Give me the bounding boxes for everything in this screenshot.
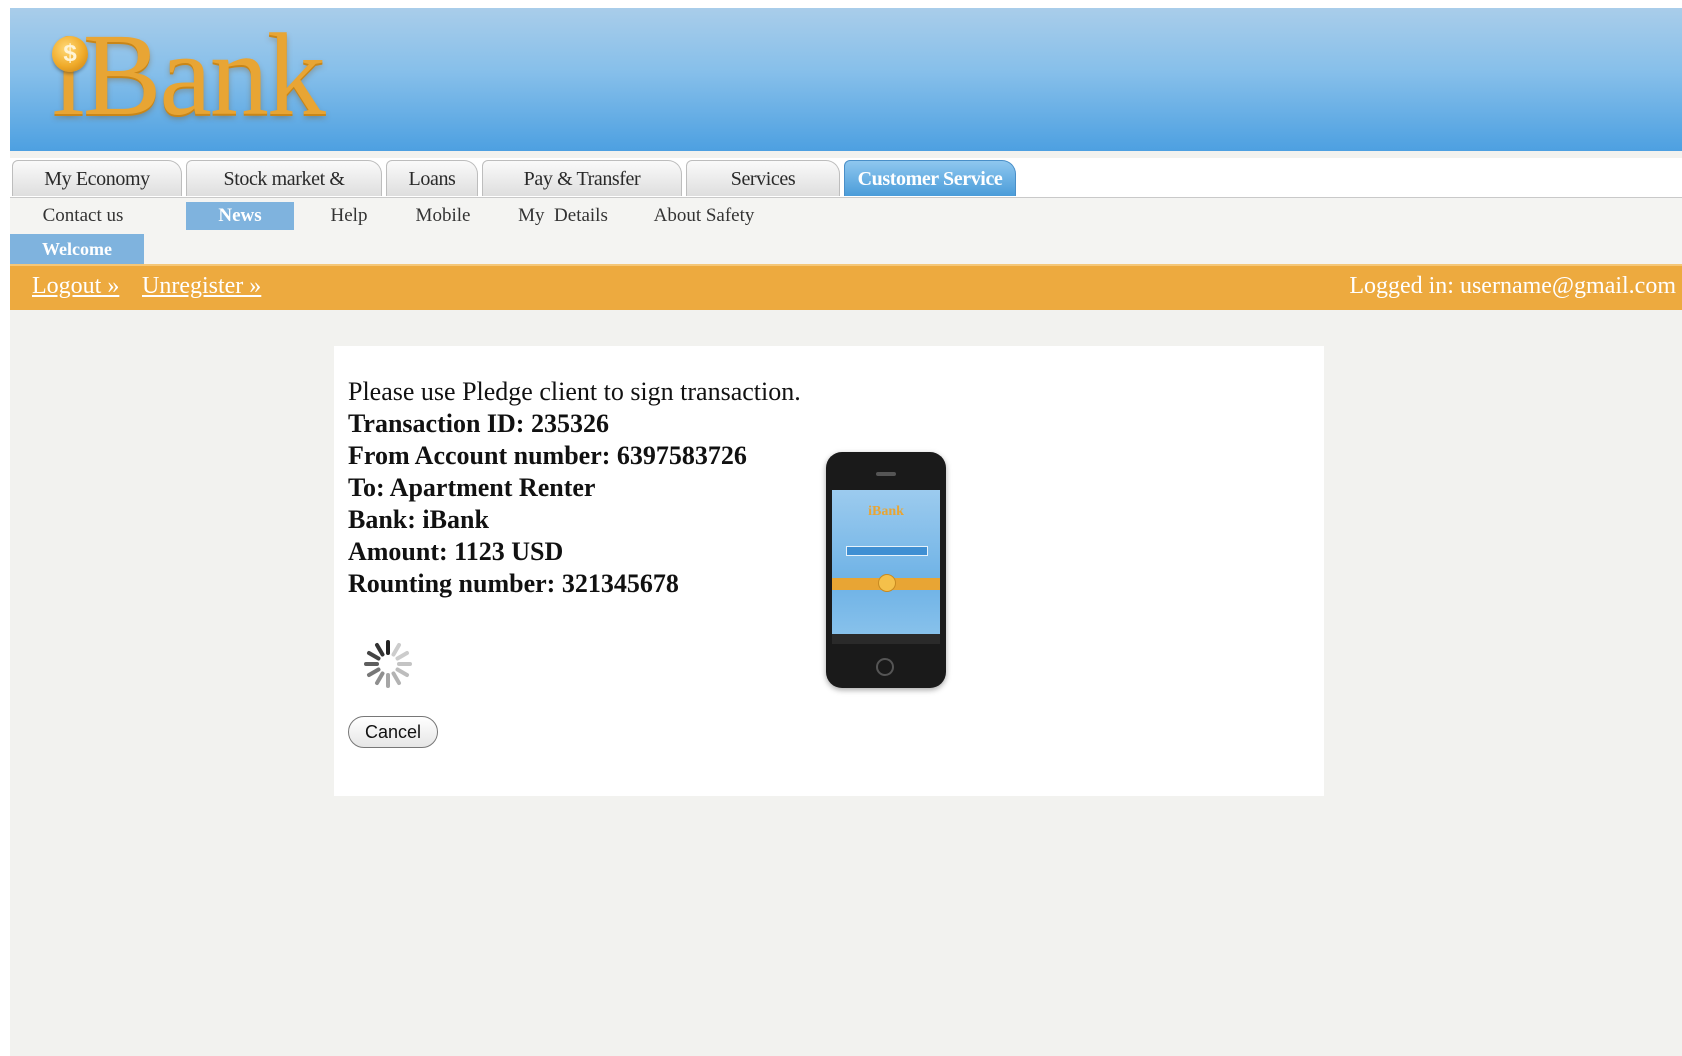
transaction-details: Please use Pledge client to sign transac… (348, 376, 848, 600)
tab-pay-transfer[interactable]: Pay & Transfer (482, 160, 682, 196)
signing-panel: Please use Pledge client to sign transac… (334, 346, 1324, 796)
from-account: From Account number: 6397583726 (348, 441, 747, 470)
amount: Amount: 1123 USD (348, 537, 564, 566)
phone-home-button (876, 658, 894, 676)
phone-screen-logo: iBank (868, 504, 904, 519)
transaction-id: Transaction ID: 235326 (348, 409, 609, 438)
welcome-row: Welcome (10, 234, 1682, 264)
subnav-news[interactable]: News (186, 202, 294, 230)
main-tabs: My Economy Stock market & Financial Loan… (10, 158, 1682, 226)
header-banner: iBank $ (10, 8, 1682, 151)
tab-stock-market-financial[interactable]: Stock market & Financial (186, 160, 382, 226)
tab-customer-service[interactable]: Customer Service (844, 160, 1016, 196)
unregister-link[interactable]: Unregister » (142, 273, 261, 300)
subnav-about-safety[interactable]: About Safety (638, 202, 770, 230)
user-bar: Logout » Unregister » Logged in: usernam… (10, 264, 1682, 310)
subnav-help[interactable]: Help (314, 202, 384, 230)
welcome-tab[interactable]: Welcome (10, 234, 144, 264)
smartphone-image: iBank (826, 452, 946, 688)
loading-spinner-icon (364, 640, 412, 688)
ibank-logo[interactable]: iBank $ (40, 14, 370, 144)
phone-speaker (876, 472, 896, 476)
phone-screen: iBank (832, 490, 940, 644)
to-recipient: To: Apartment Renter (348, 473, 596, 502)
bank-name: Bank: iBank (348, 505, 489, 534)
tab-my-economy[interactable]: My Economy (12, 160, 182, 196)
tab-services[interactable]: Services (686, 160, 840, 196)
cancel-button[interactable]: Cancel (348, 716, 438, 748)
instruction-text: Please use Pledge client to sign transac… (348, 377, 801, 406)
logged-in-status: Logged in: username@gmail.com (1349, 273, 1676, 299)
tab-loans[interactable]: Loans (386, 160, 478, 196)
routing-number: Rounting number: 321345678 (348, 569, 679, 598)
logo-text: iBank (52, 9, 326, 140)
sub-navigation: Contact us News Help Mobile My Details A… (10, 198, 1682, 234)
subnav-mobile[interactable]: Mobile (400, 202, 486, 230)
phone-screen-field (846, 546, 928, 556)
phone-coin-icon (878, 574, 896, 592)
dollar-coin-icon: $ (52, 36, 88, 72)
subnav-contact-us[interactable]: Contact us (24, 202, 142, 230)
page: iBank $ My Economy Stock market & Financ… (10, 8, 1682, 1056)
subnav-my-details[interactable]: My Details (508, 202, 618, 230)
phone-screen-toolbar (832, 634, 940, 644)
logout-link[interactable]: Logout » (32, 273, 119, 300)
